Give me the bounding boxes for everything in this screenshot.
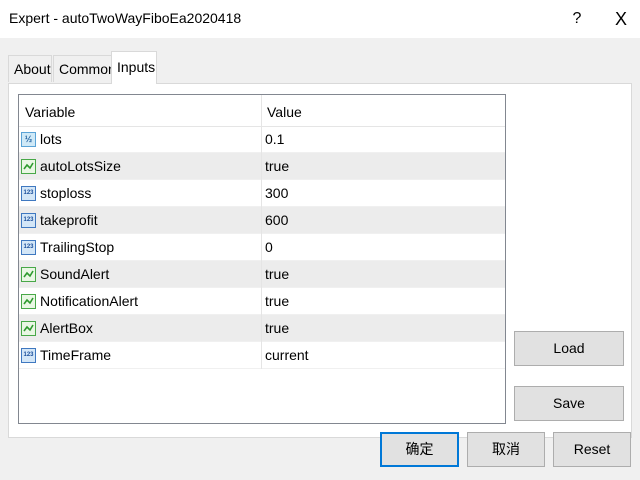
variable-name: TimeFrame [40, 347, 112, 363]
cancel-button[interactable]: 取消 [467, 432, 545, 467]
table-row[interactable]: 123 TimeFrame current [19, 342, 505, 369]
boolean-icon [21, 294, 36, 309]
variable-name: NotificationAlert [40, 293, 139, 309]
column-divider[interactable] [261, 95, 262, 126]
table-row[interactable]: autoLotsSize true [19, 153, 505, 180]
variable-value[interactable]: 600 [265, 207, 288, 234]
column-header-variable[interactable]: Variable [25, 95, 75, 126]
column-divider [261, 342, 262, 369]
variable-name: takeprofit [40, 212, 98, 228]
tab-about[interactable]: About [8, 55, 52, 82]
variable-value[interactable]: 300 [265, 180, 288, 207]
variable-value[interactable]: true [265, 315, 289, 342]
table-row[interactable]: NotificationAlert true [19, 288, 505, 315]
boolean-icon [21, 159, 36, 174]
boolean-icon [21, 321, 36, 336]
window-title: Expert - autoTwoWayFiboEa2020418 [9, 10, 242, 26]
column-header-value[interactable]: Value [267, 95, 302, 126]
table-row[interactable]: ½ lots 0.1 [19, 126, 505, 153]
column-divider [261, 234, 262, 261]
table-row[interactable]: AlertBox true [19, 315, 505, 342]
variable-name: lots [40, 131, 62, 147]
table-row[interactable]: 123 stoploss 300 [19, 180, 505, 207]
table-header: Variable Value [19, 95, 505, 127]
save-button[interactable]: Save [514, 386, 624, 421]
variable-value[interactable]: true [265, 261, 289, 288]
title-bar: Expert - autoTwoWayFiboEa2020418 ? X [0, 0, 640, 38]
column-divider [261, 180, 262, 207]
integer-icon: 123 [21, 240, 36, 255]
help-button[interactable]: ? [558, 0, 596, 38]
close-button[interactable]: X [602, 0, 640, 38]
variable-value[interactable]: true [265, 153, 289, 180]
load-button[interactable]: Load [514, 331, 624, 366]
column-divider [261, 288, 262, 315]
variable-name: TrailingStop [40, 239, 115, 255]
variable-value[interactable]: 0.1 [265, 126, 284, 153]
integer-icon: 123 [21, 186, 36, 201]
column-divider [261, 153, 262, 180]
column-divider [261, 126, 262, 153]
variable-name: AlertBox [40, 320, 93, 336]
boolean-icon [21, 267, 36, 282]
variable-value[interactable]: current [265, 342, 309, 369]
variable-value[interactable]: true [265, 288, 289, 315]
fraction-icon: ½ [21, 132, 36, 147]
variable-name: autoLotsSize [40, 158, 121, 174]
variable-name: SoundAlert [40, 266, 110, 282]
ok-button[interactable]: 确定 [380, 432, 459, 467]
column-divider [261, 207, 262, 234]
table-row[interactable]: 123 takeprofit 600 [19, 207, 505, 234]
tab-inputs[interactable]: Inputs [111, 51, 157, 84]
inputs-table[interactable]: Variable Value ½ lots 0.1 autoLotsSize true 1… [18, 94, 506, 424]
column-divider [261, 315, 262, 342]
table-row[interactable]: SoundAlert true [19, 261, 505, 288]
variable-name: stoploss [40, 185, 92, 201]
reset-button[interactable]: Reset [553, 432, 631, 467]
tab-common[interactable]: Common [53, 55, 116, 82]
column-divider [261, 261, 262, 288]
variable-value[interactable]: 0 [265, 234, 273, 261]
integer-icon: 123 [21, 348, 36, 363]
table-row[interactable]: 123 TrailingStop 0 [19, 234, 505, 261]
integer-icon: 123 [21, 213, 36, 228]
